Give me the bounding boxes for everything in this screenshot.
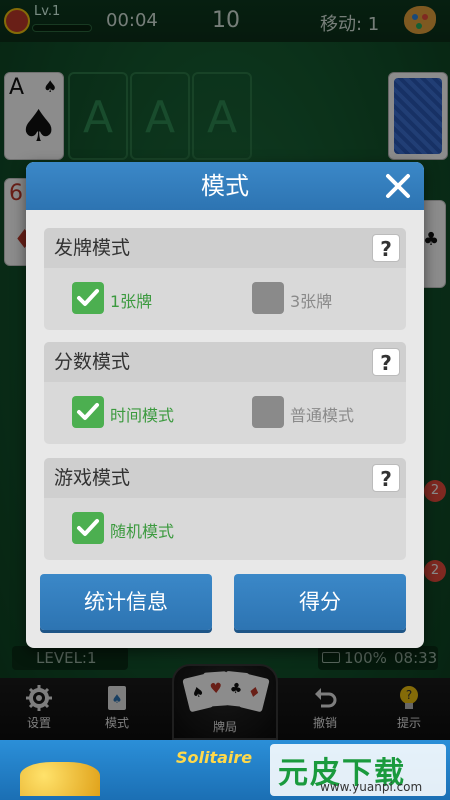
option-label: 3张牌: [290, 292, 333, 311]
game-mode-heading: 游戏模式: [44, 458, 406, 498]
mode-dialog: 模式 发牌模式 ? 1张牌 3张牌 分数模式 ? 时间模式 普通模式 游戏模式 …: [26, 162, 424, 648]
ad-game-name: Solitaire: [176, 748, 253, 767]
deal-mode-help-button[interactable]: ?: [372, 234, 400, 262]
option-label: 普通模式: [290, 406, 355, 425]
score-mode-heading: 分数模式: [44, 342, 406, 382]
score-mode-section: 分数模式 ? 时间模式 普通模式: [44, 342, 406, 444]
ad-banner[interactable]: Solitaire 元皮下载 www.yuanpi.com: [0, 740, 450, 800]
checkbox-checked[interactable]: [72, 512, 104, 544]
close-icon[interactable]: [382, 170, 414, 202]
checkmark-icon: [77, 403, 99, 420]
game-mode-section: 游戏模式 ? 随机模式: [44, 458, 406, 560]
option-label: 时间模式: [110, 406, 175, 425]
checkbox-unchecked[interactable]: [252, 282, 284, 314]
gold-coins-image: [20, 762, 100, 796]
checkmark-icon: [77, 289, 99, 306]
score-button[interactable]: 得分: [234, 574, 406, 630]
watermark-url: www.yuanpi.com: [320, 780, 423, 794]
checkbox-checked[interactable]: [72, 282, 104, 314]
game-mode-help-button[interactable]: ?: [372, 464, 400, 492]
statistics-button[interactable]: 统计信息: [40, 574, 212, 630]
dialog-header: 模式: [26, 162, 424, 210]
checkmark-icon: [77, 519, 99, 536]
score-mode-help-button[interactable]: ?: [372, 348, 400, 376]
checkbox-checked[interactable]: [72, 396, 104, 428]
deal-mode-section: 发牌模式 ? 1张牌 3张牌: [44, 228, 406, 330]
option-label: 随机模式: [110, 522, 175, 541]
dialog-title: 模式: [201, 172, 249, 200]
checkbox-unchecked[interactable]: [252, 396, 284, 428]
deal-mode-heading: 发牌模式: [44, 228, 406, 268]
option-label: 1张牌: [110, 292, 153, 311]
watermark-logo: 元皮下载 www.yuanpi.com: [270, 744, 446, 796]
